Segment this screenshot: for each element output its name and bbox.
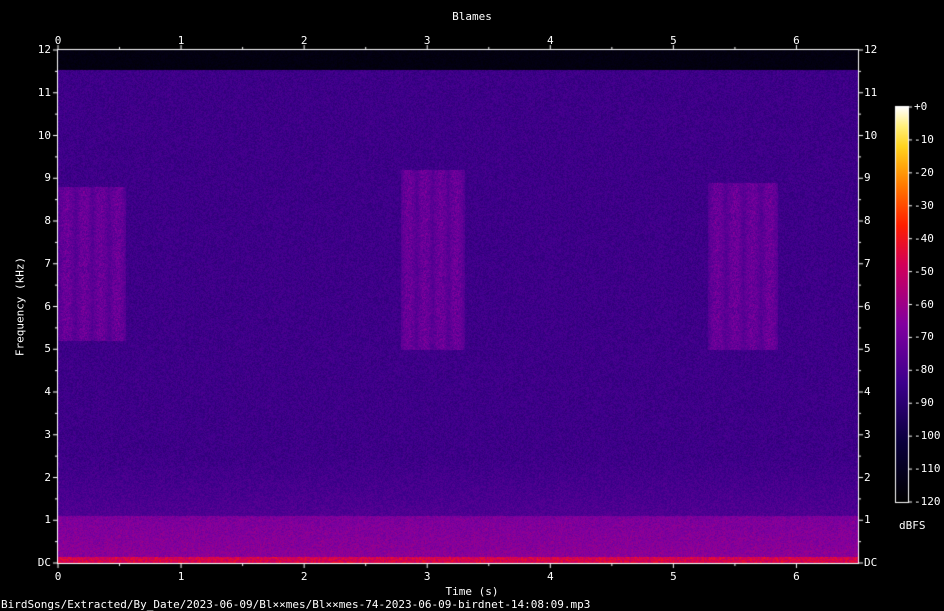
colorbar-tick-label: -50: [914, 264, 934, 278]
spectrogram-canvas: [0, 0, 944, 611]
y-tick-label-left: 12: [37, 43, 51, 56]
x-axis-label: Time (s): [445, 585, 499, 598]
x-tick-label-bottom: 4: [546, 570, 554, 583]
y-tick-label-right: 7: [864, 256, 871, 270]
colorbar-tick-label: -90: [914, 396, 934, 410]
colorbar-tick-label: -60: [914, 297, 934, 311]
y-tick-label-left: 4: [44, 385, 51, 398]
y-tick-label-right: 12: [864, 43, 878, 56]
x-tick-label-bottom: 0: [54, 570, 62, 583]
y-tick-label-left: 11: [37, 85, 51, 99]
y-tick-label-right: 6: [864, 299, 871, 313]
x-tick-label-top: 6: [793, 34, 800, 47]
x-tick-label-top: 2: [300, 34, 308, 47]
y-tick-label-left: 7: [44, 256, 51, 270]
y-tick-label-right: DC: [864, 556, 878, 569]
y-tick-label-right: 8: [864, 214, 871, 227]
y-tick-label-right: 11: [864, 85, 878, 99]
colorbar-tick-label: -20: [914, 165, 934, 179]
y-tick-label-right: 1: [864, 513, 871, 527]
x-tick-label-top: 1: [177, 34, 185, 47]
y-tick-label-left: 2: [44, 470, 51, 484]
colorbar-tick-label: -70: [914, 330, 934, 344]
y-tick-label-right: 4: [864, 385, 871, 398]
x-tick-label-bottom: 3: [423, 570, 431, 583]
y-tick-label-left: 1: [44, 513, 51, 527]
colorbar-tick-label: -40: [914, 231, 934, 245]
x-tick-label-bottom: 5: [670, 570, 677, 583]
x-tick-label-top: 3: [423, 34, 431, 47]
x-tick-label-bottom: 2: [300, 570, 308, 583]
chart-title: Blames: [452, 10, 492, 23]
colorbar-tick-label: -120: [914, 495, 941, 508]
colorbar-tick-label: -10: [914, 132, 934, 146]
x-tick-label-top: 4: [546, 34, 554, 47]
file-path: BirdSongs/Extracted/By_Date/2023-06-09/B…: [1, 598, 591, 611]
y-tick-label-left: 3: [44, 427, 51, 441]
y-tick-label-left: 10: [37, 128, 51, 142]
colorbar-tick-label: -80: [914, 363, 934, 377]
x-tick-label-bottom: 1: [177, 570, 185, 583]
y-tick-label-left: DC: [37, 556, 51, 569]
y-tick-label-right: 10: [864, 128, 878, 142]
colorbar-tick-label: -110: [914, 462, 941, 476]
y-tick-label-right: 9: [864, 171, 871, 185]
x-tick-label-bottom: 6: [793, 570, 800, 583]
y-tick-label-right: 5: [864, 342, 871, 356]
colorbar-tick-label: -30: [914, 198, 934, 212]
y-tick-label-right: 2: [864, 470, 871, 484]
colorbar-tick-label: -100: [914, 429, 941, 443]
y-tick-label-right: 3: [864, 427, 871, 441]
y-tick-label-left: 8: [44, 214, 51, 227]
y-tick-label-left: 5: [44, 342, 51, 356]
y-tick-label-left: 9: [44, 171, 51, 185]
colorbar-unit: dBFS: [899, 519, 926, 532]
y-tick-label-left: 6: [44, 299, 51, 313]
colorbar-tick-label: +0: [914, 100, 928, 113]
x-tick-label-top: 5: [670, 34, 677, 47]
